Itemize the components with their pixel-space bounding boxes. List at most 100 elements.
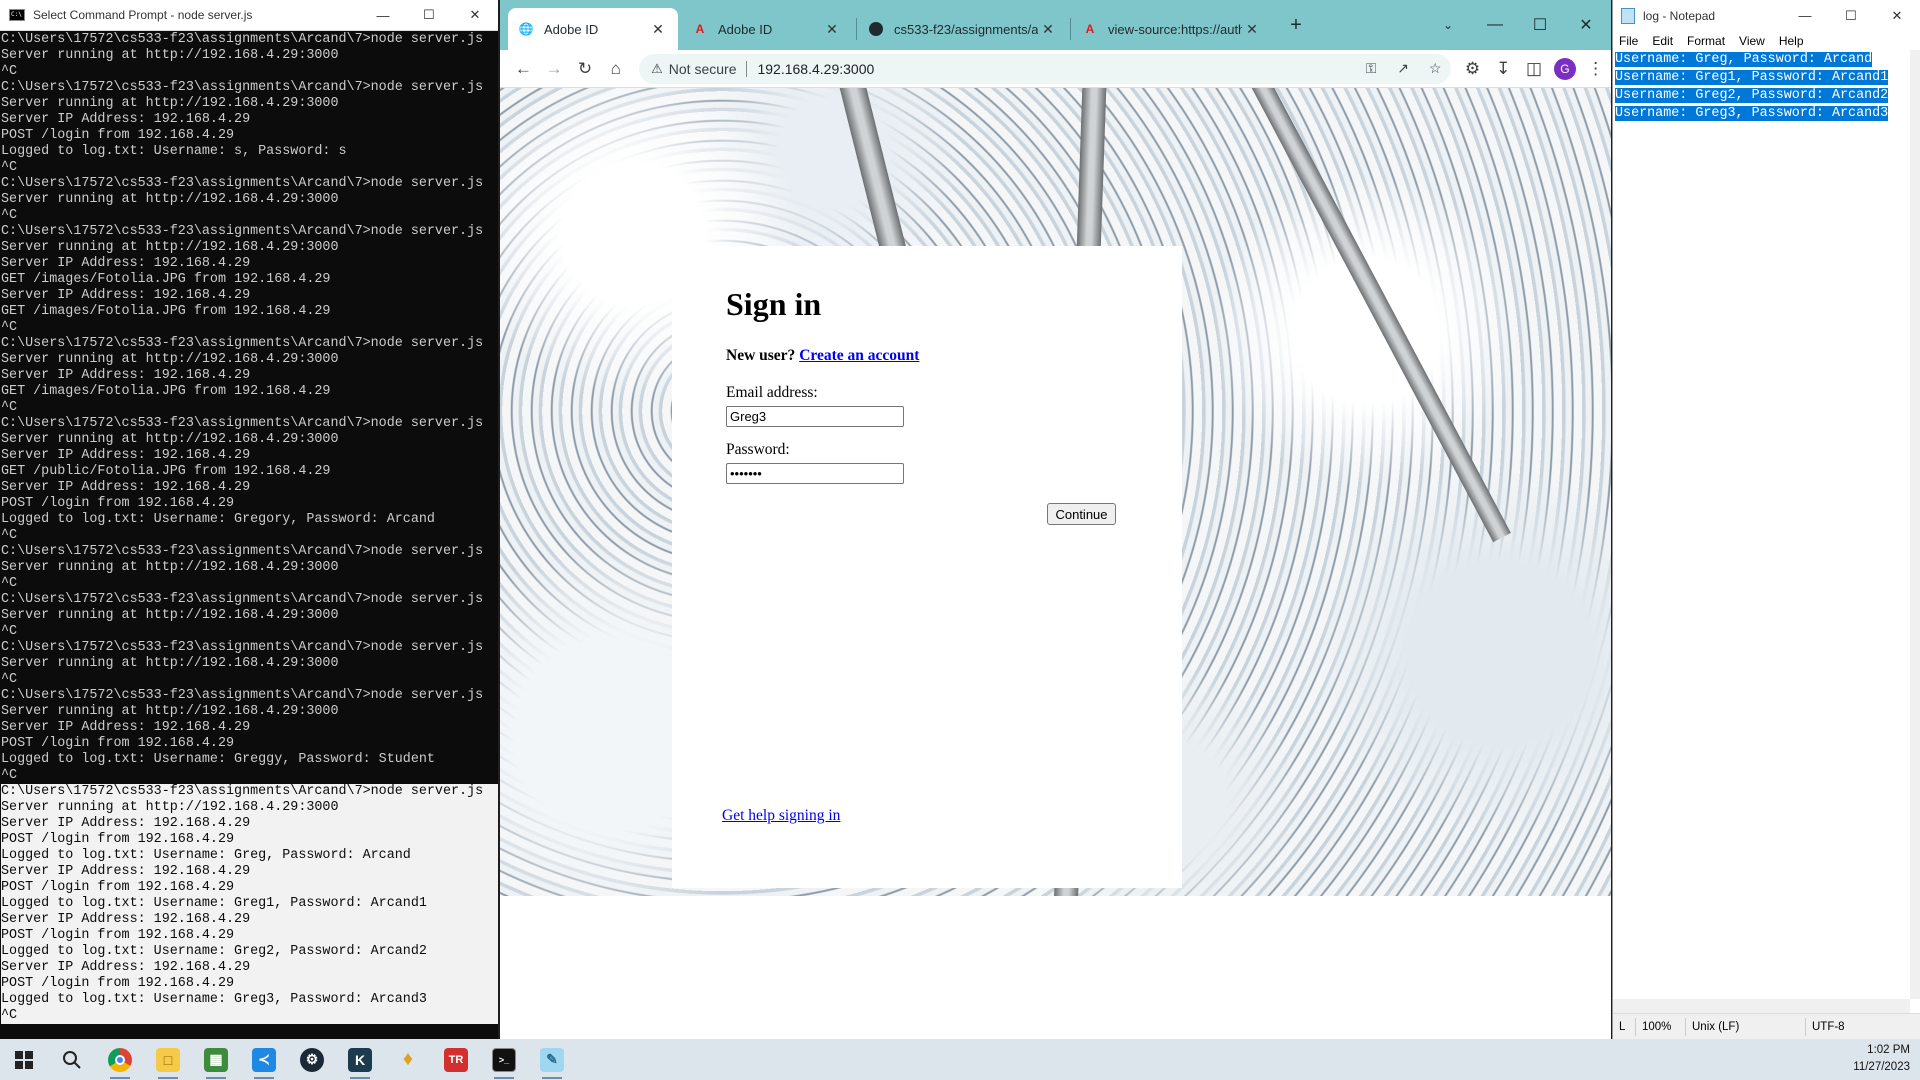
terminal-icon[interactable]: >_ (480, 1039, 528, 1080)
new-user-row: New user? Create an account (726, 347, 919, 365)
address-bar[interactable]: ⚠ Not secure 192.168.4.29:3000 ⚿ ↗ ☆ (639, 53, 1452, 84)
console-line: Server running at http://192.168.4.29:30… (1, 560, 339, 575)
maximize-icon[interactable]: ☐ (1828, 8, 1874, 24)
notepad-menubar: File Edit Format View Help (1613, 31, 1920, 50)
maximize-icon[interactable]: ☐ (406, 0, 452, 31)
reload-icon[interactable]: ↻ (570, 53, 601, 85)
notepad-text-area[interactable]: Username: Greg, Password: Arcand Usernam… (1615, 50, 1910, 999)
tab-close-icon[interactable]: ✕ (1038, 21, 1058, 38)
excel-like-icon[interactable]: ▦ (192, 1039, 240, 1080)
console-line: ^C (1, 208, 18, 223)
console-line: ^C (1, 624, 18, 639)
windows-start-icon[interactable] (0, 1039, 48, 1080)
menu-format[interactable]: Format (1687, 34, 1725, 48)
tab-github[interactable]: cs533-f23/assignments/as ✕ (858, 8, 1068, 50)
notepad-app-icon (1621, 7, 1635, 24)
help-signing-in-link[interactable]: Get help signing in (722, 807, 840, 825)
create-account-link[interactable]: Create an account (799, 347, 919, 364)
console-line: POST /login from 192.168.4.29 (1, 736, 235, 751)
password-field[interactable] (726, 463, 904, 484)
console-line: Server IP Address: 192.168.4.29 (1, 368, 251, 383)
minimize-icon[interactable]: — (360, 0, 406, 31)
k-app-icon[interactable]: K (336, 1039, 384, 1080)
tab-close-icon[interactable]: ✕ (1242, 21, 1262, 38)
back-icon[interactable]: ← (508, 53, 539, 85)
share-icon[interactable]: ↗ (1387, 60, 1419, 77)
tab-label: cs533-f23/assignments/as (894, 21, 1038, 37)
console-line: POST /login from 192.168.4.29 (1, 128, 235, 143)
log-line: Username: Greg, Password: Arcand (1615, 51, 1910, 69)
log-line: Username: Greg2, Password: Arcand2 (1615, 87, 1910, 105)
close-icon[interactable]: ✕ (1566, 8, 1606, 42)
selected-text: Username: Greg3, Password: Arcand3 (1615, 106, 1889, 121)
console-line: Logged to log.txt: Username: s, Password… (1, 144, 347, 159)
console-line: C:\Users\17572\cs533-f23\assignments\Arc… (1, 336, 484, 351)
notepad-icon[interactable]: ✎ (528, 1039, 576, 1080)
search-icon[interactable] (48, 1039, 96, 1080)
tab-view-source[interactable]: A view-source:https://auth.a ✕ (1072, 8, 1272, 50)
console-output[interactable]: C:\Users\17572\cs533-f23\assignments\Arc… (0, 32, 498, 1039)
vscode-icon[interactable]: ≺ (240, 1039, 288, 1080)
email-field[interactable] (726, 406, 904, 427)
minimize-icon[interactable]: — (1782, 8, 1828, 23)
not-secure-label[interactable]: Not secure (669, 61, 737, 77)
signin-card: Sign in New user? Create an account Emai… (672, 246, 1182, 888)
tab-close-icon[interactable]: ✕ (822, 21, 842, 38)
adobe-icon: A (1085, 22, 1095, 36)
side-panel-icon[interactable]: ◫ (1519, 53, 1550, 85)
browser-window[interactable]: 🌐 Adobe ID ✕ A Adobe ID ✕ cs533-f23/assi… (500, 0, 1611, 1039)
horizontal-scrollbar[interactable] (1613, 999, 1910, 1013)
bookmark-star-icon[interactable]: ☆ (1419, 60, 1451, 77)
new-tab-button[interactable]: + (1276, 8, 1316, 42)
signin-title: Sign in (726, 286, 822, 322)
continue-button[interactable]: Continue (1047, 503, 1116, 525)
minimize-icon[interactable]: — (1475, 8, 1515, 42)
notepad-window[interactable]: log - Notepad — ☐ ✕ File Edit Format Vie… (1612, 0, 1920, 1039)
console-line: C:\Users\17572\cs533-f23\assignments\Arc… (1, 176, 484, 191)
maximize-icon[interactable]: ☐ (1520, 8, 1560, 42)
console-line: Logged to log.txt: Username: Greg1, Pass… (1, 896, 498, 912)
vertical-scrollbar[interactable] (1910, 50, 1920, 999)
console-line: Server running at http://192.168.4.29:30… (1, 96, 339, 111)
menu-kebab-icon[interactable]: ⋮ (1580, 53, 1611, 85)
menu-file[interactable]: File (1619, 34, 1638, 48)
tr-app-icon[interactable]: TR (432, 1039, 480, 1080)
command-prompt-window[interactable]: Select Command Prompt - node server.js —… (0, 0, 498, 1039)
menu-view[interactable]: View (1739, 34, 1765, 48)
tab-adobe-id[interactable]: A Adobe ID ✕ (682, 8, 852, 50)
console-line: C:\Users\17572\cs533-f23\assignments\Arc… (1, 592, 484, 607)
close-icon[interactable]: ✕ (452, 0, 498, 31)
console-line: ^C (1, 400, 18, 415)
url-text[interactable]: 192.168.4.29:3000 (757, 61, 1355, 77)
file-explorer-icon[interactable]: □ (144, 1039, 192, 1080)
cmd-titlebar[interactable]: Select Command Prompt - node server.js —… (0, 0, 498, 31)
menu-edit[interactable]: Edit (1652, 34, 1673, 48)
system-clock[interactable]: 1:02 PM 11/27/2023 (1853, 1042, 1910, 1076)
kite-app-icon[interactable]: ♦ (384, 1039, 432, 1080)
extensions-icon[interactable]: ⚙ (1457, 53, 1488, 85)
notepad-titlebar[interactable]: log - Notepad — ☐ ✕ (1613, 0, 1920, 31)
profile-avatar[interactable]: G (1549, 53, 1580, 85)
console-line: Server running at http://192.168.4.29:30… (1, 656, 339, 671)
key-icon[interactable]: ⚿ (1355, 60, 1387, 77)
chrome-icon[interactable] (96, 1039, 144, 1080)
console-line: Server IP Address: 192.168.4.29 (1, 112, 251, 127)
steam-icon[interactable]: ⚙ (288, 1039, 336, 1080)
console-line: C:\Users\17572\cs533-f23\assignments\Arc… (1, 544, 484, 559)
console-line: Server IP Address: 192.168.4.29 (1, 864, 498, 880)
tab-adobe-id-active[interactable]: 🌐 Adobe ID ✕ (508, 8, 678, 50)
download-icon[interactable]: ↧ (1488, 53, 1519, 85)
tab-search-icon[interactable]: ⌄ (1428, 8, 1468, 42)
email-label: Email address: (726, 384, 818, 401)
status-zoom: 100% (1635, 1017, 1685, 1036)
menu-help[interactable]: Help (1779, 34, 1804, 48)
tab-close-icon[interactable]: ✕ (648, 21, 668, 38)
log-line: Username: Greg1, Password: Arcand1 (1615, 69, 1910, 87)
close-icon[interactable]: ✕ (1874, 8, 1920, 24)
home-icon[interactable]: ⌂ (600, 53, 631, 85)
tab-label: Adobe ID (544, 21, 599, 37)
forward-icon[interactable]: → (539, 53, 570, 85)
warning-icon[interactable]: ⚠ (651, 61, 663, 77)
clock-date: 11/27/2023 (1853, 1061, 1910, 1073)
tab-label: Adobe ID (718, 21, 773, 37)
